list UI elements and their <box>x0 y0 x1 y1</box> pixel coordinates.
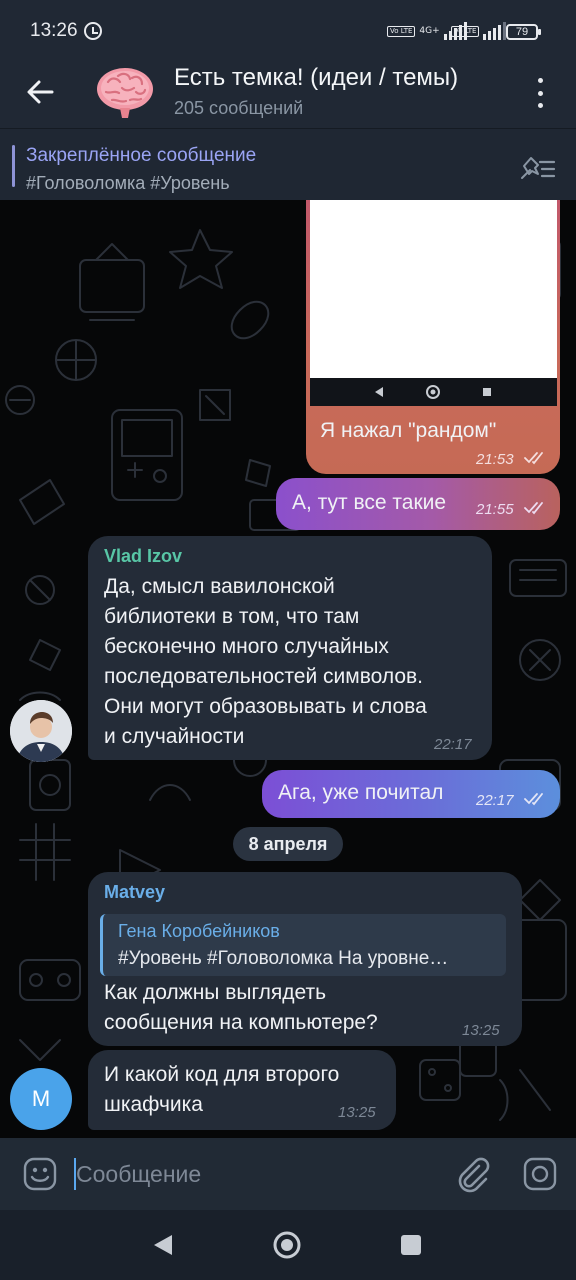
message-line: сообщения на компьютере? <box>104 1011 378 1034</box>
battery-icon: 79 <box>506 24 541 40</box>
nav-recents-icon[interactable] <box>400 1234 422 1256</box>
pin-list-icon[interactable] <box>520 154 556 180</box>
message-time: 21:55 <box>476 501 514 518</box>
pinned-text: #Головоломка #Уровень <box>26 173 230 193</box>
system-nav-bar <box>0 1210 576 1280</box>
message-line: и случайности <box>104 725 245 748</box>
reply-text: #Уровень #Головоломка На уровне… <box>118 948 449 969</box>
avatar[interactable]: M <box>10 1068 72 1130</box>
alarm-icon <box>84 22 102 40</box>
chat-area[interactable]: Я нажал "рандом" 21:53 А, тут все такие … <box>0 200 576 1138</box>
status-bar: 13:26 Vo LTE 4G+ Vo LTE 79 <box>0 0 576 56</box>
message-time: 22:17 <box>434 736 472 753</box>
camera-icon[interactable] <box>522 1156 558 1192</box>
message-time: 13:25 <box>462 1022 500 1039</box>
chat-title[interactable]: Есть темка! (идеи / темы) <box>174 64 458 92</box>
pinned-indicator <box>12 145 15 187</box>
date-separator: 8 апреля <box>233 827 343 861</box>
battery-level: 79 <box>515 26 529 38</box>
image-preview[interactable] <box>310 200 557 378</box>
status-time: 13:26 <box>30 20 78 41</box>
more-vertical-icon <box>537 78 543 83</box>
avatar[interactable] <box>10 700 72 762</box>
message-line: Как должны выглядеть <box>104 981 327 1004</box>
message-line: Они могут образовывать и слова <box>104 695 427 718</box>
message-line: Да, смысл вавилонской <box>104 575 335 598</box>
brain-avatar[interactable] <box>94 62 156 122</box>
nav-back-icon[interactable] <box>150 1232 176 1258</box>
message-time: 13:25 <box>338 1104 376 1121</box>
read-ticks-icon <box>524 793 543 806</box>
chat-header: Есть темка! (идеи / темы) 205 сообщений <box>0 56 576 128</box>
network-type-label: 4G+ <box>419 25 440 36</box>
read-ticks-icon <box>524 502 543 515</box>
message-input[interactable] <box>76 1158 436 1190</box>
nav-home-icon[interactable] <box>272 1230 302 1260</box>
read-ticks-icon <box>524 452 543 465</box>
message-text: Я нажал "рандом" <box>320 419 497 442</box>
image-nav-bar <box>310 378 557 406</box>
cell-signal-2-icon: Vo LTE <box>451 22 507 40</box>
pinned-title: Закреплённое сообщение <box>26 145 257 166</box>
message-text: А, тут все такие <box>292 491 447 514</box>
paperclip-icon[interactable] <box>452 1154 492 1194</box>
message-time: 22:17 <box>476 792 514 809</box>
sender-name[interactable]: Vlad Izov <box>104 546 182 567</box>
more-menu-button[interactable] <box>528 78 552 108</box>
message-line: шкафчика <box>104 1093 203 1116</box>
message-text: Ага, уже почитал <box>278 781 444 804</box>
image-nav-icons <box>375 385 491 399</box>
back-button[interactable] <box>22 74 58 110</box>
message-line: последовательностей символов. <box>104 665 424 688</box>
message-line: библиотеки в том, что там <box>104 605 360 628</box>
volte-label-2: Vo LTE <box>451 25 480 37</box>
sender-name[interactable]: Matvey <box>104 882 165 903</box>
arrow-left-icon <box>27 80 54 104</box>
pinned-message-bar[interactable]: Закреплённое сообщение #Головоломка #Уро… <box>0 128 576 200</box>
reply-author: Гена Коробейников <box>118 921 280 941</box>
message-time: 21:53 <box>476 451 514 468</box>
message-count: 205 сообщений <box>174 98 304 118</box>
message-line: бесконечно много случайных <box>104 635 389 658</box>
message-composer <box>0 1138 576 1210</box>
message-line: И какой код для второго <box>104 1063 340 1086</box>
volte-label: Vo LTE <box>387 25 416 37</box>
emoji-icon[interactable] <box>22 1156 58 1192</box>
